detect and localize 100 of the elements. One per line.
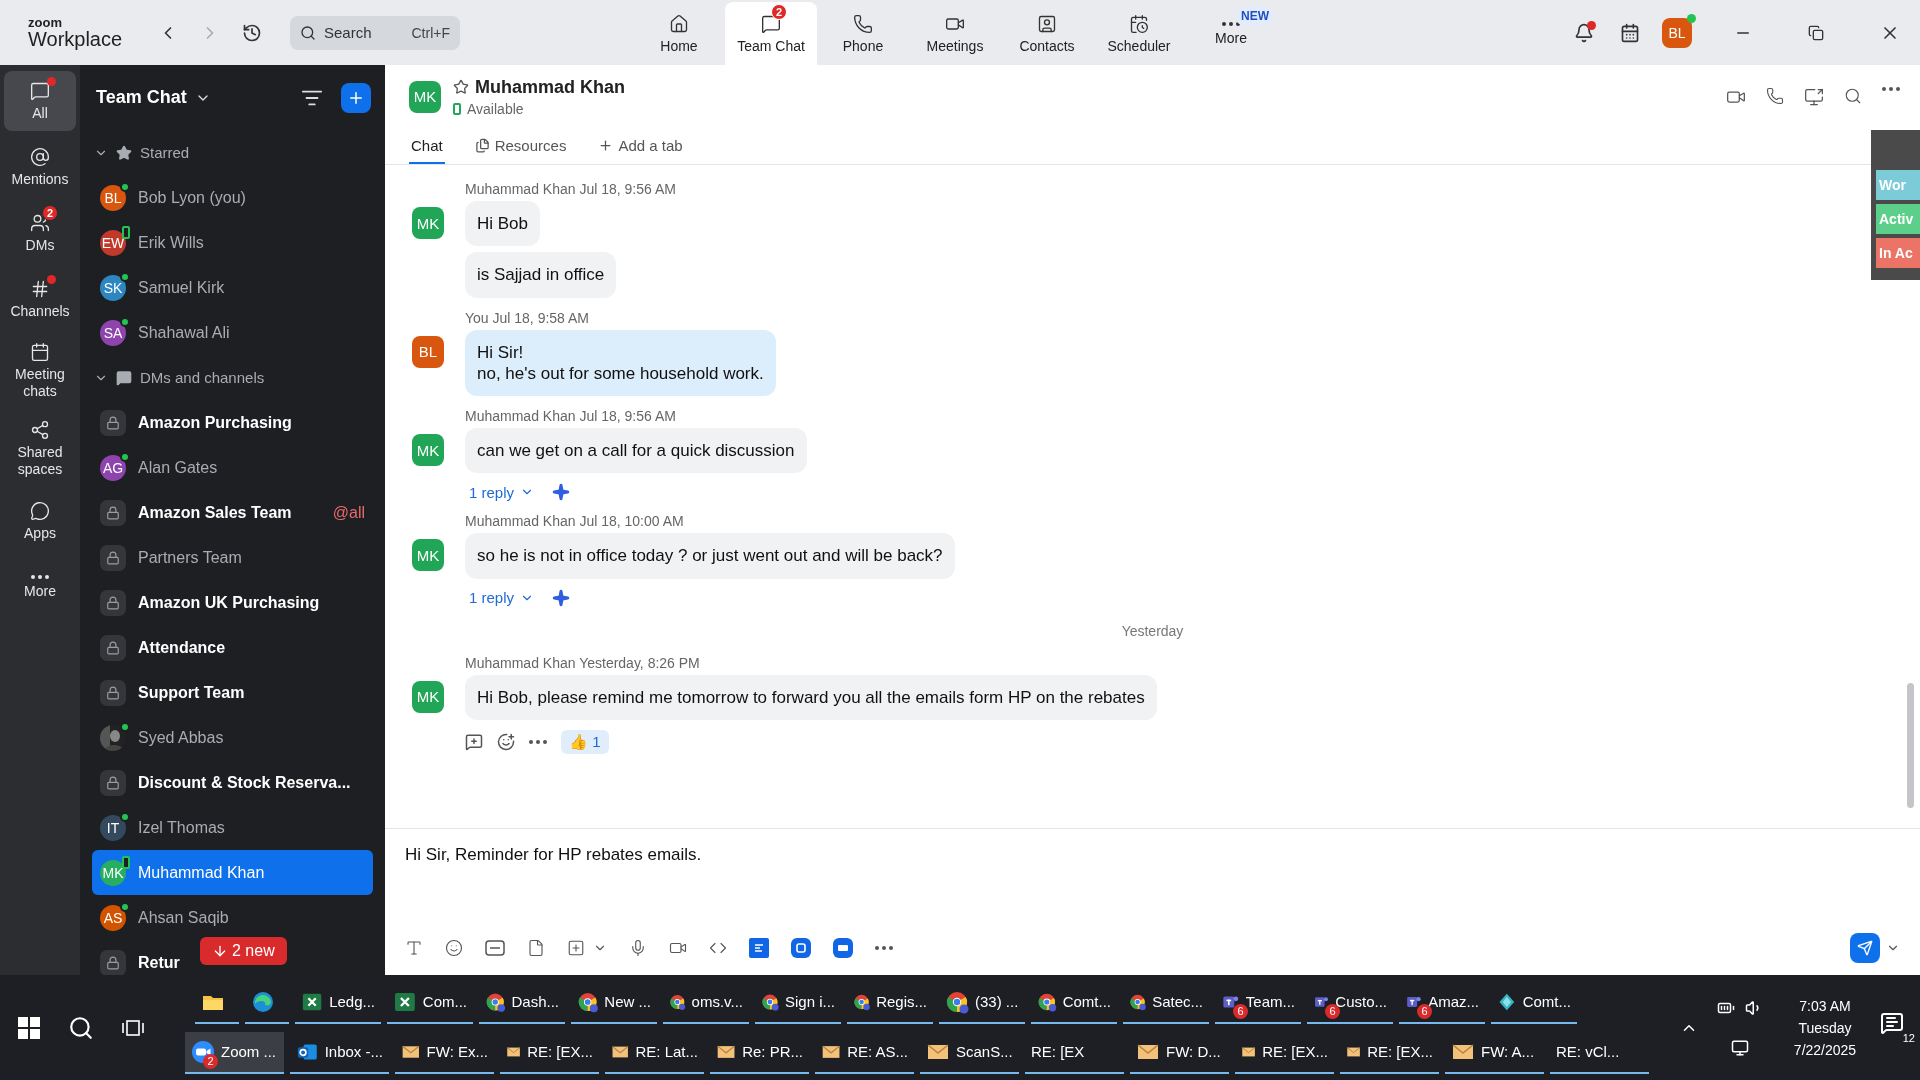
taskbar-app[interactable]: ScanS... bbox=[920, 1031, 1019, 1074]
share-screen-icon[interactable] bbox=[1804, 86, 1824, 107]
note-icon[interactable] bbox=[749, 938, 769, 958]
taskbar-app[interactable]: Satec... bbox=[1123, 981, 1209, 1024]
chat-list-item[interactable]: SK Samuel Kirk bbox=[92, 265, 373, 310]
star-icon[interactable] bbox=[453, 79, 469, 96]
taskbar-app[interactable]: RE: vCl... bbox=[1550, 1031, 1649, 1074]
nav-tab[interactable]: Home bbox=[633, 2, 725, 65]
app-icon[interactable] bbox=[833, 938, 853, 958]
taskbar-app[interactable]: Comt... bbox=[1031, 981, 1117, 1024]
taskbar-app[interactable]: RE: Lat... bbox=[605, 1031, 704, 1074]
browser-icon[interactable] bbox=[945, 989, 969, 1014]
nav-tab[interactable]: 2 Team Chat bbox=[725, 2, 817, 65]
chat-list-item[interactable]: Syed Abbas bbox=[92, 715, 373, 760]
rail-item[interactable]: All bbox=[4, 71, 76, 131]
send-button[interactable] bbox=[1850, 933, 1880, 963]
section-header[interactable]: Starred bbox=[80, 130, 385, 175]
taskbar-app[interactable]: FW: Ex... bbox=[395, 1031, 494, 1074]
search-icon[interactable] bbox=[1844, 86, 1862, 105]
section-header[interactable]: DMs and channels bbox=[80, 355, 385, 400]
search-icon[interactable] bbox=[68, 1014, 94, 1041]
chat-list-item[interactable]: EW Erik Wills bbox=[92, 220, 373, 265]
nav-tab[interactable]: Phone bbox=[817, 2, 909, 65]
sparkle-icon[interactable] bbox=[552, 588, 571, 607]
taskbar-app[interactable]: Sign i... bbox=[755, 981, 841, 1024]
app-icon[interactable] bbox=[791, 938, 811, 958]
taskbar-app[interactable]: oms.v... bbox=[663, 981, 749, 1024]
rail-item[interactable]: Apps bbox=[4, 491, 76, 551]
new-chat-button[interactable] bbox=[341, 82, 371, 113]
more-icon[interactable] bbox=[1882, 86, 1900, 91]
taskbar-app[interactable]: Re: PR... bbox=[710, 1031, 809, 1074]
chat-tab[interactable]: Add a tab bbox=[596, 128, 685, 164]
taskbar-app[interactable]: Com... bbox=[387, 981, 473, 1024]
screenshot-icon[interactable] bbox=[567, 939, 585, 957]
nav-tab[interactable]: NEW More bbox=[1185, 2, 1277, 65]
taskbar-app[interactable]: RE: [EX... bbox=[1340, 1031, 1439, 1074]
taskbar-app[interactable]: FW: D... bbox=[1130, 1031, 1229, 1074]
more-icon[interactable] bbox=[875, 946, 893, 950]
sparkle-icon[interactable] bbox=[552, 483, 571, 502]
clock[interactable]: 7:03 AM Tuesday 7/22/2025 bbox=[1770, 997, 1880, 1058]
nav-tab[interactable]: Scheduler bbox=[1093, 2, 1185, 65]
gif-icon[interactable] bbox=[485, 939, 505, 957]
taskbar-app[interactable]: Inbox -... bbox=[290, 1031, 389, 1074]
sender-avatar: MK bbox=[412, 434, 444, 466]
chat-list-item[interactable]: Amazon Purchasing bbox=[92, 400, 373, 445]
taskbar-app[interactable]: Comt... bbox=[1491, 981, 1577, 1024]
chat-list-item[interactable]: Amazon Sales Team @all bbox=[92, 490, 373, 535]
phone-icon[interactable] bbox=[1766, 86, 1784, 105]
add-reaction-icon[interactable] bbox=[497, 732, 515, 751]
chat-list-item[interactable]: AG Alan Gates bbox=[92, 445, 373, 490]
replies-link[interactable]: 1 reply bbox=[465, 589, 539, 606]
chat-list-item[interactable]: BL Bob Lyon (you) bbox=[92, 175, 373, 220]
taskbar-app[interactable]: RE: AS... bbox=[815, 1031, 914, 1074]
rail-item[interactable]: Shared spaces bbox=[4, 413, 76, 485]
chat-list-item[interactable]: Support Team bbox=[92, 670, 373, 715]
reaction-chip[interactable]: 👍 1 bbox=[561, 729, 609, 754]
notifications-button[interactable]: 12 bbox=[1880, 1010, 1916, 1045]
rail-item[interactable]: Channels bbox=[4, 269, 76, 329]
document-icon[interactable] bbox=[527, 939, 545, 957]
chat-tab[interactable]: Resources bbox=[472, 128, 569, 164]
rail-item[interactable]: More bbox=[4, 557, 76, 617]
rail-item[interactable]: Mentions bbox=[4, 137, 76, 197]
browser-icon[interactable] bbox=[251, 989, 275, 1014]
taskbar-app[interactable]: Dash... bbox=[479, 981, 565, 1024]
start-icon[interactable] bbox=[18, 1016, 40, 1039]
taskbar-app[interactable]: Regis... bbox=[847, 981, 933, 1024]
rail-item[interactable]: 2 DMs bbox=[4, 203, 76, 263]
chat-list-item[interactable]: SA Shahawal Ali bbox=[92, 310, 373, 355]
chat-list-item[interactable]: Partners Team bbox=[92, 535, 373, 580]
chat-list-item[interactable]: Attendance bbox=[92, 625, 373, 670]
nav-tab[interactable]: Contacts bbox=[1001, 2, 1093, 65]
message-input[interactable]: Hi Sir, Reminder for HP rebates emails. bbox=[405, 839, 1900, 933]
taskbar-app[interactable]: 2 Zoom ... bbox=[185, 1031, 284, 1074]
text-format-icon[interactable] bbox=[405, 939, 423, 957]
chat-list-item[interactable]: Discount & Stock Reserva... bbox=[92, 760, 373, 805]
taskbar-app[interactable]: (33) ... bbox=[939, 981, 1025, 1024]
replies-link[interactable]: 1 reply bbox=[465, 483, 539, 501]
taskbar-app[interactable]: Ledg... bbox=[295, 981, 381, 1024]
new-messages-button[interactable]: 2 new bbox=[200, 937, 287, 965]
nav-tab[interactable]: Meetings bbox=[909, 2, 1001, 65]
panel-title[interactable]: Team Chat bbox=[96, 87, 187, 108]
chat-list-item[interactable]: MK Muhammad Khan bbox=[92, 850, 373, 895]
taskbar-app[interactable]: RE: [EX... bbox=[1235, 1031, 1334, 1074]
reply-icon[interactable] bbox=[465, 732, 483, 751]
taskbar-app[interactable]: RE: [EX... bbox=[500, 1031, 599, 1074]
search-field[interactable]: Search Ctrl+F bbox=[290, 15, 460, 50]
at-sign-icon bbox=[30, 146, 50, 167]
taskbar-app[interactable]: RE: [EX bbox=[1025, 1031, 1124, 1074]
chat-list-item[interactable]: IT Izel Thomas bbox=[92, 805, 373, 850]
chat-list-item[interactable]: Amazon UK Purchasing bbox=[92, 580, 373, 625]
avatar: SK bbox=[100, 274, 126, 301]
microphone-icon[interactable] bbox=[629, 939, 647, 957]
taskbar-app[interactable]: New ... bbox=[571, 981, 657, 1024]
chat-tab[interactable]: Chat bbox=[409, 128, 445, 164]
scrollbar[interactable] bbox=[1907, 683, 1914, 808]
more-icon[interactable] bbox=[529, 739, 547, 744]
monitor-icon[interactable] bbox=[1731, 1038, 1749, 1057]
taskbar-app[interactable]: FW: A... bbox=[1445, 1031, 1544, 1074]
rail-item[interactable]: Meeting chats bbox=[4, 335, 76, 407]
emoji-icon[interactable] bbox=[445, 939, 463, 957]
